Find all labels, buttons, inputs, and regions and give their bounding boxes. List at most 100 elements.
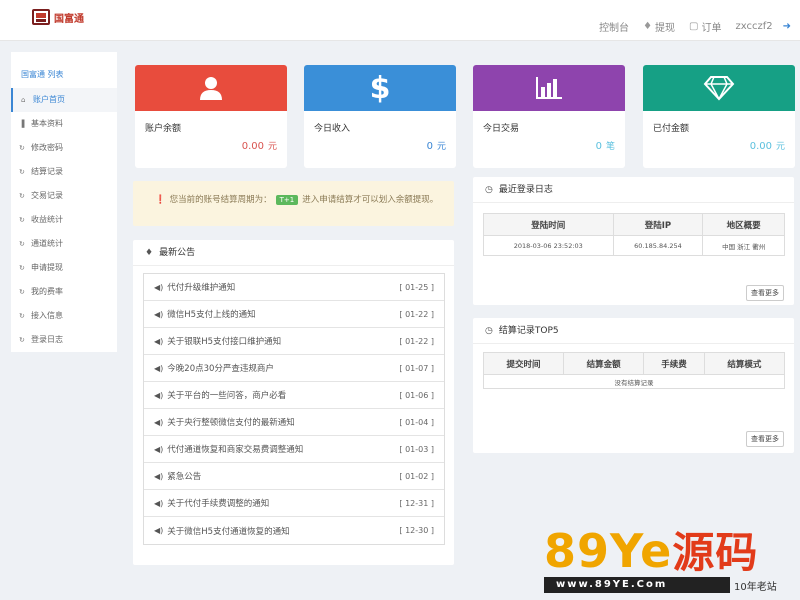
empty-cell: 没有结算记录 <box>483 374 785 389</box>
nav-username[interactable]: zxcczf2 <box>735 21 772 32</box>
announcement-item[interactable]: ◀) 关于银联H5支付接口维护通知 [ 01-22 ] <box>144 328 444 355</box>
refresh-icon: ↻ <box>19 336 25 344</box>
top-nav: 控制台 ♦ 提现 ▢ 订单 zxcczf2 ➜ <box>585 19 794 34</box>
sidebar-item-label: 收益统计 <box>31 215 63 224</box>
panel-header: ◷ 结算记录TOP5 <box>473 318 794 344</box>
sidebar-item-label: 接入信息 <box>31 311 63 320</box>
announcement-item[interactable]: ◀) 微信H5支付上线的通知 [ 01-22 ] <box>144 301 444 328</box>
sidebar-item-label: 基本资料 <box>31 119 63 128</box>
panel-header: ◷ 最近登录日志 <box>473 177 794 203</box>
announcement-title: 代付升级维护通知 <box>167 283 236 293</box>
settlement-notice: ❗ 您当前的账号结算周期为： T+1 进入申请结算才可以划入余额提现。 <box>133 181 454 226</box>
refresh-icon: ↻ <box>19 144 25 152</box>
announcement-date: [ 12-31 ] <box>399 498 434 508</box>
column-header: 登陆IP <box>612 213 704 236</box>
logo[interactable]: 国富通 <box>32 9 84 25</box>
card-label: 账户余额 <box>145 124 182 134</box>
column-header: 提交时间 <box>482 352 565 375</box>
nav-console-link[interactable]: 控制台 <box>599 19 629 34</box>
logout-icon[interactable]: ➜ <box>783 21 791 32</box>
announcement-title: 关于银联H5支付接口维护通知 <box>167 337 282 347</box>
sidebar-item[interactable]: ↻ 申请提现 <box>11 256 117 280</box>
watermark-logo: 89Ye源码 <box>544 524 759 578</box>
speaker-icon: ◀) <box>154 526 164 535</box>
announcement-title: 关于微信H5支付通道恢复的通知 <box>167 526 290 537</box>
bar-chart-icon <box>536 77 562 99</box>
announcement-title: 微信H5支付上线的通知 <box>167 310 256 320</box>
announcement-item[interactable]: ◀) 紧急公告 [ 01-02 ] <box>144 463 444 490</box>
column-header: 地区概要 <box>702 213 785 236</box>
speaker-icon: ◀) <box>154 390 164 400</box>
bell-icon: ♦ <box>145 248 154 258</box>
home-icon: ⌂ <box>21 96 26 104</box>
watermark-slogan: 10年老站 <box>734 582 777 593</box>
notice-text-before: 您当前的账号结算周期为： <box>169 195 272 205</box>
sidebar-item[interactable]: ↻ 修改密码 <box>11 136 117 160</box>
column-header: 手续费 <box>643 352 705 375</box>
announcement-date: [ 01-03 ] <box>399 444 434 454</box>
announcement-date: [ 01-06 ] <box>399 390 434 400</box>
card-label: 今日收入 <box>314 124 351 134</box>
announcement-item[interactable]: ◀) 代付通道恢复和商家交易费调整通知 [ 01-03 ] <box>144 436 444 463</box>
info-icon: ❗ <box>155 195 166 205</box>
column-header: 结算模式 <box>703 352 786 375</box>
sidebar-item-label: 我的费率 <box>31 287 63 296</box>
sidebar-item[interactable]: ↻ 交易记录 <box>11 184 117 208</box>
speaker-icon: ◀) <box>154 444 164 454</box>
sidebar-item[interactable]: ↻ 收益统计 <box>11 208 117 232</box>
card-header <box>473 65 625 111</box>
speaker-icon: ◀) <box>154 282 164 292</box>
sidebar-item[interactable]: ↻ 登录日志 <box>11 328 117 352</box>
table-cell: 2018-03-06 23:52:03 <box>483 235 614 256</box>
login-log-panel: ◷ 最近登录日志 登陆时间 登陆IP 地区概要 2018-03-06 23:52:03… <box>473 177 794 305</box>
speaker-icon: ◀) <box>154 336 164 346</box>
sidebar-item[interactable]: ↻ 结算记录 <box>11 160 117 184</box>
settle-top-panel: ◷ 结算记录TOP5 提交时间 结算金额 手续费 结算模式 没有结算记录 查看更多 <box>473 318 794 453</box>
card-label: 今日交易 <box>483 124 520 134</box>
sidebar-item-label: 修改密码 <box>31 143 63 152</box>
sidebar-item[interactable]: ⌂ 账户首页 <box>11 88 117 112</box>
sidebar-item[interactable]: ↻ 接入信息 <box>11 304 117 328</box>
settle-top-table: 提交时间 结算金额 手续费 结算模式 没有结算记录 <box>482 352 786 389</box>
card-account-balance: 账户余额 0.00 元 <box>135 65 287 168</box>
chart-icon: ▐ <box>19 120 25 128</box>
announcement-item[interactable]: ◀) 关于央行整顿微信支付的最新通知 [ 01-04 ] <box>144 409 444 436</box>
announcement-date: [ 01-02 ] <box>399 471 434 481</box>
column-header: 登陆时间 <box>483 213 614 236</box>
sidebar-item-label: 登录日志 <box>31 335 63 344</box>
top-bar: 国富通 控制台 ♦ 提现 ▢ 订单 zxcczf2 ➜ <box>0 0 800 41</box>
card-today-income: $ 今日收入 0元 <box>304 65 456 168</box>
card-value: 0元 <box>426 141 446 152</box>
nav-withdraw-link[interactable]: ♦ 提现 <box>643 19 675 34</box>
card-today-trade: 今日交易 0笔 <box>473 65 625 168</box>
announcements-panel: ♦ 最新公告 ◀) 代付升级维护通知[ 01-25 ] ◀) 微信H5支付上线的通知[ … <box>133 240 454 565</box>
user-icon <box>200 77 222 100</box>
sidebar-item[interactable]: ↻ 通道统计 <box>11 232 117 256</box>
sidebar-item[interactable]: ↻ 我的费率 <box>11 280 117 304</box>
diamond-icon <box>703 76 735 101</box>
refresh-icon: ↻ <box>19 216 25 224</box>
announcement-title: 关于平台的一些问答，商户必看 <box>167 391 287 401</box>
speaker-icon: ◀) <box>154 417 164 427</box>
card-header <box>135 65 287 111</box>
sidebar-item[interactable]: ▐ 基本资料 <box>11 112 117 136</box>
table-header-row: 提交时间 结算金额 手续费 结算模式 <box>482 352 786 375</box>
watermark-url: www.89YE.Com <box>544 577 730 593</box>
announcement-item[interactable]: ◀) 代付升级维护通知 [ 01-25 ] <box>144 274 444 301</box>
announcement-item[interactable]: ◀) 关于平台的一些问答，商户必看 [ 01-06 ] <box>144 382 444 409</box>
nav-orders-link[interactable]: ▢ 订单 <box>689 19 721 34</box>
card-label: 已付金额 <box>653 124 690 134</box>
card-value: 0.00 元 <box>749 141 785 152</box>
sidebar-item-label: 申请提现 <box>31 263 63 272</box>
announcement-item[interactable]: ◀) 关于代付手续费调整的通知 [ 12-31 ] <box>144 490 444 517</box>
refresh-icon: ↻ <box>19 264 25 272</box>
table-header-row: 登陆时间 登陆IP 地区概要 <box>483 213 785 236</box>
settle-top-more-button[interactable]: 查看更多 <box>746 431 784 447</box>
card-value: 0.00 元 <box>241 141 277 152</box>
announcement-item[interactable]: ◀) 今晚20点30分严查违规商户 [ 01-07 ] <box>144 355 444 382</box>
login-log-more-button[interactable]: 查看更多 <box>746 285 784 301</box>
announcement-date: [ 01-25 ] <box>399 282 434 292</box>
announcement-date: [ 01-22 ] <box>399 309 434 319</box>
announcement-item[interactable]: ◀) 关于微信H5支付通道恢复的通知 [ 12-30 ] <box>144 517 444 544</box>
sidebar-item-label: 结算记录 <box>31 167 63 176</box>
